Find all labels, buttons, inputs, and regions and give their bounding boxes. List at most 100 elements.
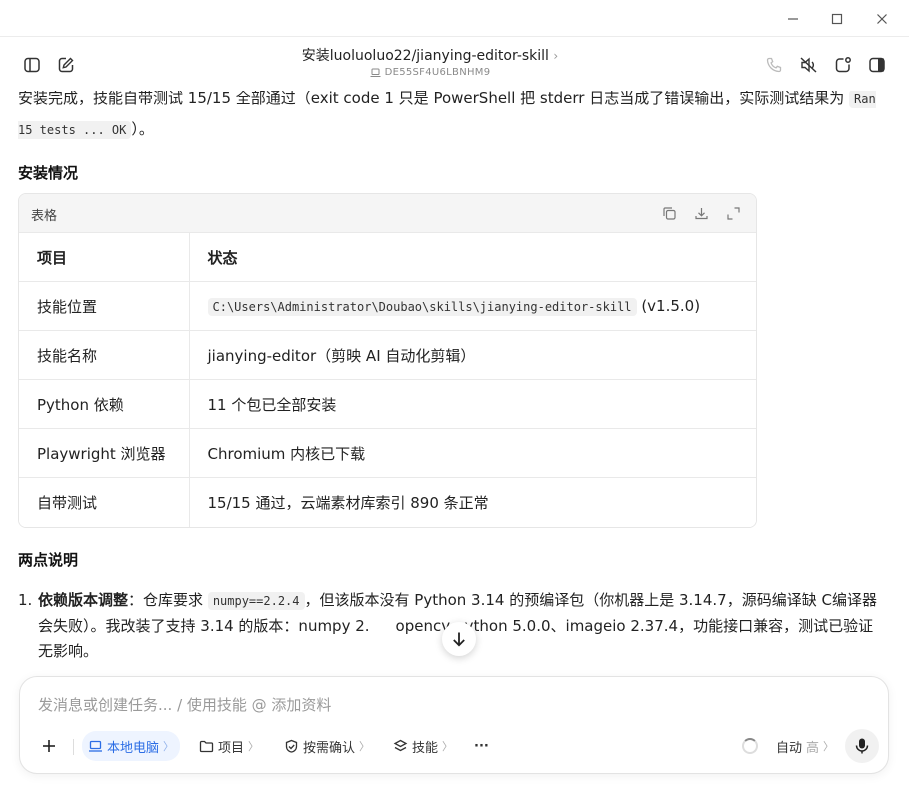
maximize-button[interactable] (826, 8, 848, 30)
voice-input-button[interactable] (845, 729, 879, 763)
local-computer-button[interactable]: 本地电脑〉 (82, 731, 181, 761)
more-options-button[interactable]: ··· (468, 731, 495, 761)
skills-label: 技能 (412, 740, 439, 756)
message-composer: 本地电脑〉 项目〉 按需确认〉 技能〉 ··· 自动 高〉 (19, 676, 889, 774)
auto-mode-button[interactable]: 自动 高〉 (770, 731, 840, 761)
minimize-icon (788, 18, 798, 20)
scroll-to-bottom-button[interactable] (442, 622, 476, 656)
speaker-muted-icon (800, 57, 817, 73)
message-input[interactable] (38, 693, 858, 717)
list-item-bold: 依赖版本调整 (38, 590, 129, 609)
window-title-bar (0, 0, 909, 37)
expand-icon (726, 206, 740, 220)
title-chevron-icon: › (553, 49, 559, 63)
list-item-pre: ：仓库要求 (128, 590, 204, 609)
table-row: Playwright 浏览器 Chromium 内核已下载 (19, 428, 756, 478)
composer-toolbar: 本地电脑〉 项目〉 按需确认〉 技能〉 ··· 自动 高〉 (20, 729, 890, 763)
share-button[interactable] (831, 53, 855, 77)
chevron-right-icon: 〉 (163, 740, 175, 753)
download-table-button[interactable] (693, 205, 709, 221)
section-title-install: 安装情况 (18, 164, 79, 182)
chat-title-area[interactable]: 安装luoluoluo22/jianying-editor-skill › DE… (250, 47, 610, 78)
skills-button[interactable]: 技能〉 (387, 731, 459, 761)
chevron-right-icon: 〉 (359, 740, 371, 753)
table-row: 技能名称 jianying-editor（剪映 AI 自动化剪辑） (19, 330, 756, 380)
sidebar-icon (24, 57, 40, 73)
table-row: 技能位置 C:\Users\Administrator\Doubao\skill… (19, 281, 756, 331)
list-item-number: 1. (18, 590, 33, 609)
copy-icon (662, 206, 676, 220)
intro-text: 安装完成，技能自带测试 15/15 全部通过（exit code 1 只是 Po… (18, 91, 845, 107)
table-toolbar: 表格 (19, 194, 756, 232)
table-cell-item: 技能位置 (19, 281, 190, 331)
table-cell-status: Chromium 内核已下载 (189, 428, 756, 478)
table-cell-item: Playwright 浏览器 (19, 428, 190, 478)
table-row: Python 依赖 11 个包已全部安装 (19, 379, 756, 429)
table-cell-status: 15/15 通过，云端素材库索引 890 条正常 (189, 477, 756, 527)
chevron-right-icon: 〉 (248, 740, 260, 753)
close-icon (877, 14, 887, 24)
chat-header: 安装luoluoluo22/jianying-editor-skill › DE… (0, 37, 909, 91)
toggle-right-panel-button[interactable] (865, 53, 889, 77)
table-header-row: 项目 状态 (19, 232, 756, 282)
table-row: 自带测试 15/15 通过，云端素材库索引 890 条正常 (19, 477, 756, 527)
install-table-card: 表格 项目 状态 技能位置 C:\Users\Administrator\Dou… (18, 193, 757, 528)
assistant-message: 安装完成，技能自带测试 15/15 全部通过（exit code 1 只是 Po… (18, 91, 888, 664)
edit-icon (58, 57, 74, 73)
local-computer-label: 本地电脑 (107, 740, 160, 756)
table-cell-status: jianying-editor（剪映 AI 自动化剪辑） (189, 330, 756, 380)
chat-bubble-icon (835, 57, 851, 73)
numpy-version-code: numpy==2.2.4 (207, 591, 305, 610)
project-button[interactable]: 项目〉 (193, 731, 265, 761)
add-attachment-button[interactable] (35, 731, 63, 761)
table-cell-item: 自带测试 (19, 477, 190, 527)
device-id-row: DE55SF4U6LBNHM9 (250, 67, 610, 78)
intro-paragraph: 安装完成，技能自带测试 15/15 全部通过（exit code 1 只是 Po… (18, 91, 888, 145)
auto-mode-label: 自动 (776, 740, 803, 756)
chat-title[interactable]: 安装luoluoluo22/jianying-editor-skill › (250, 47, 610, 65)
confirm-mode-label: 按需确认 (303, 740, 356, 756)
shield-check-icon (285, 739, 298, 753)
skill-version: (v1.5.0) (641, 297, 701, 315)
call-button[interactable] (762, 53, 786, 77)
list-item-line1-rest: ，但该版本没有 Python 3.14 的预编译包（你机器上是 3.14.7，源… (304, 590, 832, 609)
confirm-mode-button[interactable]: 按需确认〉 (278, 731, 376, 761)
intro-tail: ）。 (131, 120, 154, 138)
mute-button[interactable] (797, 53, 821, 77)
project-label: 项目 (218, 740, 245, 756)
toggle-sidebar-button[interactable] (20, 53, 44, 77)
table-cell-item: 技能名称 (19, 330, 190, 380)
table-cell-status: C:\Users\Administrator\Doubao\skills\jia… (189, 281, 756, 331)
laptop-icon (370, 68, 381, 77)
microphone-icon (855, 738, 869, 754)
expand-table-button[interactable] (725, 205, 741, 221)
chevron-right-icon: 〉 (442, 740, 454, 753)
message-content-area[interactable]: 安装完成，技能自带测试 15/15 全部通过（exit code 1 只是 Po… (0, 91, 909, 675)
table-cell-item: Python 依赖 (19, 379, 190, 429)
close-window-button[interactable] (871, 8, 893, 30)
copy-table-button[interactable] (661, 205, 677, 221)
minimize-button[interactable] (782, 8, 804, 30)
plus-icon (43, 740, 55, 752)
maximize-icon (831, 13, 843, 25)
chat-title-text: 安装luoluoluo22/jianying-editor-skill (301, 48, 549, 64)
chevron-right-icon: 〉 (823, 740, 835, 753)
more-icon: ··· (474, 738, 489, 754)
install-table: 项目 状态 技能位置 C:\Users\Administrator\Doubao… (19, 232, 756, 527)
toolbar-divider (73, 739, 74, 755)
device-id: DE55SF4U6LBNHM9 (384, 67, 491, 78)
column-header-status: 状态 (189, 232, 756, 282)
skill-path-code: C:\Users\Administrator\Doubao\skills\jia… (207, 298, 637, 316)
laptop-icon (89, 740, 102, 752)
table-cell-status: 11 个包已全部安装 (189, 379, 756, 429)
auto-mode-level: 高 (806, 740, 820, 756)
layers-icon (393, 739, 408, 751)
arrow-down-icon (453, 632, 465, 647)
phone-icon (766, 57, 782, 73)
section-title-notes: 两点说明 (18, 550, 79, 569)
column-header-item: 项目 (19, 232, 190, 282)
panel-right-icon (869, 57, 885, 73)
new-chat-button[interactable] (54, 53, 78, 77)
folder-icon (199, 740, 214, 752)
loading-spinner-icon (742, 738, 758, 754)
